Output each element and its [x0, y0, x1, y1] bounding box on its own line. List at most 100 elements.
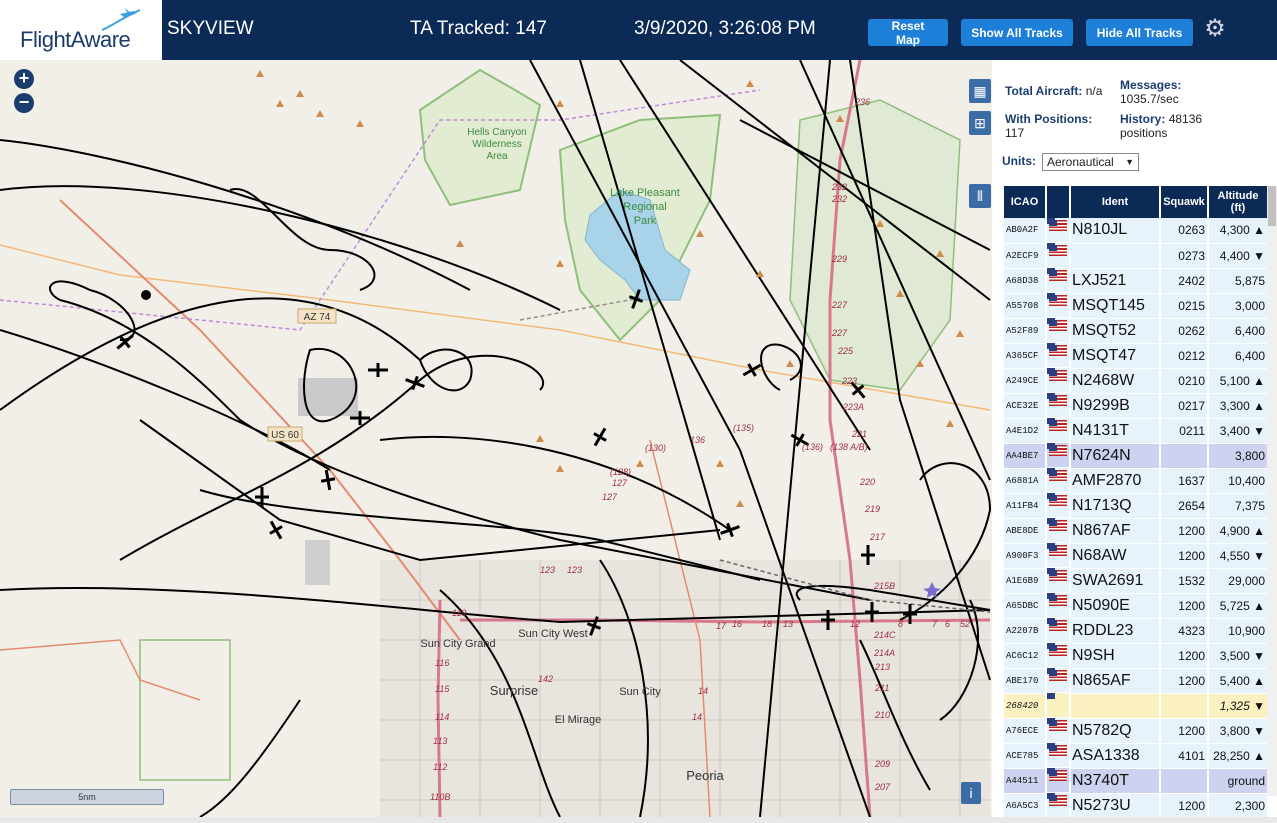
ident-cell: N810JL — [1070, 218, 1161, 244]
altitude-cell: 4,550 ▼ — [1208, 543, 1269, 569]
us-flag-icon — [1049, 570, 1067, 582]
flag-cell — [1047, 768, 1071, 793]
table-row[interactable]: ABE8DE N867AF 1200 4,900 ▲ — [1004, 518, 1269, 544]
icao-cell: ABE170 — [1004, 668, 1047, 694]
icao-cell: A900F3 — [1004, 543, 1047, 569]
hide-all-tracks-button[interactable]: Hide All Tracks — [1086, 19, 1193, 46]
column-header-flag[interactable] — [1046, 186, 1071, 218]
zoom-in-button[interactable]: + — [14, 69, 34, 89]
squawk-cell: 4323 — [1160, 618, 1209, 644]
column-header-altitude[interactable]: Altitude (ft) — [1208, 186, 1269, 218]
table-row[interactable]: AC6C12 N9SH 1200 3,500 ▼ — [1004, 643, 1269, 669]
table-row[interactable]: ACE32E N9299B 0217 3,300 ▲ — [1004, 393, 1269, 419]
total-aircraft: Total Aircraft: n/a — [1005, 84, 1102, 98]
exit-label: 207 — [874, 782, 891, 792]
exit-label: 127 — [612, 478, 628, 488]
ident-cell: ASA1338 — [1070, 743, 1161, 769]
altitude-cell: 7,375 — [1208, 493, 1269, 519]
exit-label: 2 — [964, 619, 970, 629]
with-positions-label: With Positions: — [1005, 112, 1093, 126]
zoom-out-button[interactable]: − — [14, 93, 34, 113]
squawk-cell: 1200 — [1160, 793, 1209, 817]
columns-icon[interactable]: ⦀ — [969, 184, 991, 208]
squawk-cell — [1160, 693, 1209, 719]
table-row[interactable]: AA4BE7 N7624N 3,800 — [1004, 443, 1269, 469]
table-row[interactable]: AB0A2F N810JL 0263 4,300 ▲ — [1004, 218, 1269, 244]
exit-label: 219 — [864, 504, 880, 514]
table-header-row: ICAO Ident Squawk Altitude (ft) — [1004, 186, 1269, 218]
icao-cell: A65DBC — [1004, 593, 1047, 619]
table-row[interactable]: A11FB4 N1713Q 2654 7,375 — [1004, 493, 1269, 519]
table-row[interactable]: A249CE N2468W 0210 5,100 ▲ — [1004, 368, 1269, 394]
squawk-cell: 0212 — [1160, 343, 1209, 369]
map-view[interactable]: Hells Canyon Wilderness Area Lake Pleasa… — [0, 60, 992, 817]
flag-cell — [1047, 543, 1071, 568]
scale-bar: 5nm — [10, 789, 164, 805]
table-row[interactable]: A1E6B9 SWA2691 1532 29,000 — [1004, 568, 1269, 594]
page-horizontal-scrollbar[interactable] — [0, 817, 1277, 823]
altitude-cell: 29,000 — [1208, 568, 1269, 594]
table-row[interactable]: A2ECF9 0273 4,400 ▼ — [1004, 243, 1269, 269]
map-canvas[interactable]: Hells Canyon Wilderness Area Lake Pleasa… — [0, 60, 992, 817]
flag-cell — [1047, 668, 1071, 693]
column-header-icao[interactable]: ICAO — [1004, 186, 1047, 218]
show-all-tracks-button[interactable]: Show All Tracks — [961, 19, 1073, 46]
column-header-ident[interactable]: Ident — [1070, 186, 1161, 218]
us-flag-icon — [1049, 395, 1067, 407]
map-layers-icon[interactable]: ▦ — [969, 79, 991, 103]
table-row[interactable]: A76ECE N5782Q 1200 3,800 ▼ — [1004, 718, 1269, 744]
ident-cell: N5782Q — [1070, 718, 1161, 744]
table-row[interactable]: A55708 MSQT145 0215 3,000 — [1004, 293, 1269, 319]
exit-label: 213 — [874, 662, 890, 672]
flag-cell — [1047, 518, 1071, 543]
units-dropdown[interactable]: Aeronautical ▼ — [1042, 153, 1139, 171]
messages-value: 1035.7/sec — [1120, 92, 1179, 106]
exit-label: 225 — [837, 346, 854, 356]
table-row[interactable]: A2207B RDDL23 4323 10,900 — [1004, 618, 1269, 644]
table-row[interactable]: A6A5C3 N5273U 1200 2,300 — [1004, 793, 1269, 817]
squawk-cell: 1200 — [1160, 643, 1209, 669]
icao-cell: A4E1D2 — [1004, 418, 1047, 444]
table-scrollbar[interactable] — [1267, 186, 1277, 796]
table-row[interactable]: A65DBC N5090E 1200 5,725 ▲ — [1004, 593, 1269, 619]
table-row[interactable]: ACE785 ASA1338 4101 28,250 ▲ — [1004, 743, 1269, 769]
table-row[interactable]: A4E1D2 N4131T 0211 3,400 ▼ — [1004, 418, 1269, 444]
squawk-cell: 0273 — [1160, 243, 1209, 269]
flag-cell — [1047, 293, 1071, 318]
ident-cell: MSQT52 — [1070, 318, 1161, 344]
column-header-squawk[interactable]: Squawk — [1160, 186, 1209, 218]
city-label: Sun City West — [518, 628, 588, 640]
us-flag-icon — [1049, 770, 1067, 782]
table-row[interactable]: ABE170 N865AF 1200 5,400 ▲ — [1004, 668, 1269, 694]
ident-cell: LXJ521 — [1070, 268, 1161, 294]
altitude-cell: 4,300 ▲ — [1208, 218, 1269, 244]
table-row[interactable]: A900F3 N68AW 1200 4,550 ▼ — [1004, 543, 1269, 569]
icao-cell: A44511 — [1004, 768, 1047, 794]
squawk-cell: 2402 — [1160, 268, 1209, 294]
gear-icon[interactable]: ⚙ — [1203, 17, 1227, 41]
table-row[interactable]: A365CF MSQT47 0212 6,400 — [1004, 343, 1269, 369]
table-row[interactable]: A68D38 LXJ521 2402 5,875 — [1004, 268, 1269, 294]
us-flag-icon — [1049, 370, 1067, 382]
table-row[interactable]: A52F89 MSQT52 0262 6,400 — [1004, 318, 1269, 344]
aircraft-table: ICAO Ident Squawk Altitude (ft) AB0A2F N8… — [1004, 186, 1269, 817]
scrollbar-thumb[interactable] — [1268, 186, 1276, 226]
exit-label: 8 — [898, 619, 903, 629]
flightaware-logo[interactable]: FlightAware — [0, 0, 162, 60]
icao-cell: AA4BE7 — [1004, 443, 1047, 469]
table-row[interactable]: A6881A AMF2870 1637 10,400 — [1004, 468, 1269, 494]
us-flag-icon — [1049, 620, 1067, 632]
grid-icon[interactable]: ⊞ — [969, 111, 991, 135]
us-flag-icon — [1049, 220, 1067, 232]
info-icon[interactable]: i — [961, 782, 981, 804]
urban-area — [380, 560, 990, 817]
ident-cell: N4131T — [1070, 418, 1161, 444]
history-label: History: — [1120, 112, 1166, 126]
exit-label: 17 — [716, 621, 727, 631]
table-row[interactable]: 268420 1,325 ▼ — [1004, 693, 1269, 719]
exit-label: 232 — [831, 194, 847, 204]
with-positions-stat: With Positions: 117 — [1005, 112, 1092, 140]
table-row[interactable]: A44511 N3740T ground — [1004, 768, 1269, 794]
squawk-cell: 1637 — [1160, 468, 1209, 494]
reset-map-button[interactable]: Reset Map — [868, 19, 948, 47]
